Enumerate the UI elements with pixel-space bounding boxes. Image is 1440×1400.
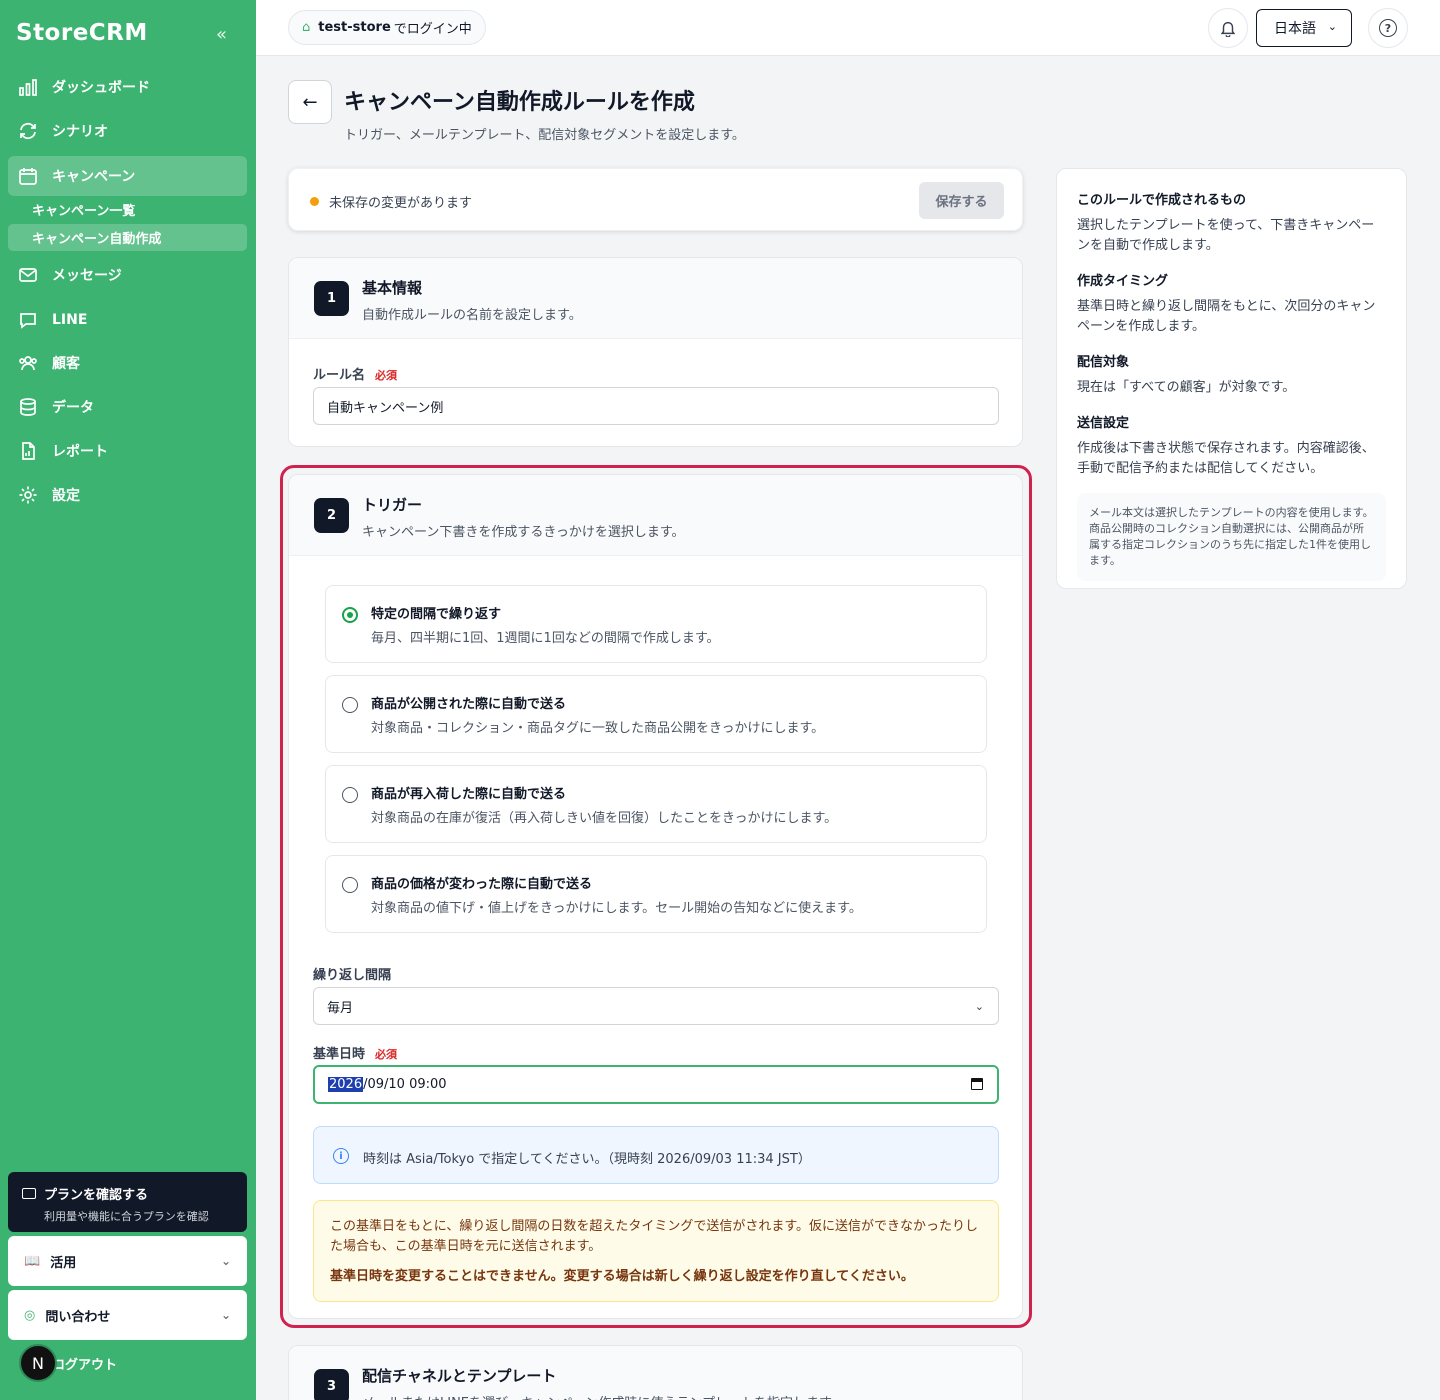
panel-heading: 作成タイミング: [1077, 274, 1169, 289]
calendar-icon: [18, 166, 38, 186]
panel-text: 選択したテンプレートを使って、下書きキャンペーンを自動で作成します。: [1077, 218, 1375, 253]
info-panel: このルールで作成されるもの 選択したテンプレートを使って、下書きキャンペーンを自…: [1056, 168, 1407, 589]
database-icon: [18, 397, 38, 417]
arrow-left-icon: ←: [302, 91, 318, 113]
file-icon: [18, 441, 38, 461]
logout-link[interactable]: ログアウト: [52, 1354, 117, 1373]
step-badge: 3: [314, 1369, 349, 1400]
rule-name-input[interactable]: 自動キャンペーン例: [313, 387, 999, 425]
nav-label: ダッシュボード: [52, 80, 150, 96]
rule-name-label: ルール名 必須: [313, 364, 397, 383]
unsaved-dot: [310, 197, 319, 206]
nav-label: 設定: [52, 488, 80, 504]
sub-item-campaign-list[interactable]: キャンペーン一覧: [8, 196, 247, 223]
nav-label: 顧客: [52, 356, 80, 372]
nav-label: メッセージ: [52, 268, 122, 284]
language-select[interactable]: 日本語 ⌄: [1256, 9, 1352, 47]
chevron-down-icon: ⌄: [220, 1254, 231, 1268]
back-button[interactable]: ←: [288, 80, 332, 124]
nav-label: キャンペーン: [52, 169, 136, 185]
mail-icon: [18, 265, 38, 285]
accordion-contact[interactable]: ◎ 問い合わせ ⌄: [8, 1290, 247, 1340]
card-title: 配信チャネルとテンプレート: [362, 1367, 557, 1385]
nav-report[interactable]: レポート: [8, 431, 247, 471]
refresh-icon: [18, 121, 38, 141]
accordion-usage[interactable]: 📖 活用 ⌄: [8, 1236, 247, 1286]
help-button[interactable]: ?: [1368, 8, 1408, 48]
panel-heading: このルールで作成されるもの: [1077, 193, 1247, 208]
panel-text: 作成後は下書き状態で保存されます。内容確認後、手動で配信予約または配信してくださ…: [1077, 441, 1375, 476]
chevron-down-icon: ⌄: [220, 1308, 231, 1322]
nav-label: データ: [52, 400, 94, 416]
sub-item-campaign-auto[interactable]: キャンペーン自動作成: [8, 224, 247, 251]
accordion-label: 活用: [50, 1255, 77, 1271]
store-indicator: ⌂ test-store でログイン中: [288, 10, 486, 45]
card-subtitle: メールまたはLINEを選び、キャンペーン作成時に使うテンプレートを指定します。: [362, 1392, 844, 1400]
save-button[interactable]: 保存する: [919, 182, 1004, 219]
accordion-label: 問い合わせ: [45, 1309, 111, 1325]
card-header: 1 基本情報 自動作成ルールの名前を設定します。: [289, 258, 1022, 339]
panel-note: メール本文は選択したテンプレートの内容を使用します。商品公開時のコレクション自動…: [1077, 493, 1386, 581]
bell-icon: [1220, 21, 1236, 37]
unsaved-message: 未保存の変更があります: [329, 196, 473, 211]
page-title: キャンペーン自動作成ルールを作成: [344, 90, 695, 115]
store-name: test-store: [318, 20, 391, 35]
nav-scenario[interactable]: シナリオ: [8, 111, 247, 151]
card-subtitle: 自動作成ルールの名前を設定します。: [362, 308, 582, 323]
panel-text: 基準日時と繰り返し間隔をもとに、次回分のキャンペーンを作成します。: [1077, 299, 1376, 334]
avatar[interactable]: N: [19, 1344, 57, 1382]
nav-settings[interactable]: 設定: [8, 475, 247, 515]
nav-label: レポート: [52, 444, 108, 460]
panel-text: 現在は「すべての顧客」が対象です。: [1077, 380, 1296, 395]
nav-label: シナリオ: [52, 124, 108, 140]
home-icon: ⌂: [302, 20, 311, 35]
label-text: ルール名: [313, 368, 366, 383]
chevron-down-icon: ⌄: [1327, 20, 1337, 33]
nav-line[interactable]: LINE: [8, 300, 247, 340]
nav-data[interactable]: データ: [8, 387, 247, 427]
notification-bell-button[interactable]: [1208, 8, 1248, 48]
channel-template-card: 3 配信チャネルとテンプレート メールまたはLINEを選び、キャンペーン作成時に…: [288, 1345, 1023, 1400]
support-icon: ◎: [24, 1307, 36, 1323]
language-label: 日本語: [1274, 21, 1316, 37]
plan-subtitle: 利用量や機能に合うプランを確認: [44, 1210, 209, 1223]
book-icon: 📖: [24, 1253, 41, 1269]
panel-heading: 送信設定: [1077, 416, 1130, 431]
unsaved-bar: 未保存の変更があります 保存する: [288, 168, 1023, 231]
plan-title: プランを確認する: [44, 1188, 149, 1203]
store-suffix: でログイン中: [393, 22, 472, 37]
required-badge: 必須: [375, 369, 398, 382]
focus-highlight: [280, 465, 1032, 1328]
page-subtitle: トリガー、メールテンプレート、配信対象セグメントを設定します。: [344, 128, 745, 143]
help-icon: ?: [1379, 19, 1397, 37]
basic-info-card: 1 基本情報 自動作成ルールの名前を設定します。 ルール名 必須 自動キャンペーン…: [288, 257, 1023, 447]
card-title: 基本情報: [362, 279, 423, 297]
chat-icon: [18, 310, 38, 330]
nav-dashboard[interactable]: ダッシュボード: [8, 67, 247, 107]
card-icon: [22, 1188, 36, 1199]
nav-label: LINE: [52, 312, 88, 328]
plan-card[interactable]: プランを確認する 利用量や機能に合うプランを確認: [8, 1172, 247, 1232]
nav-customers[interactable]: 顧客: [8, 343, 247, 383]
card-header: 3 配信チャネルとテンプレート メールまたはLINEを選び、キャンペーン作成時に…: [289, 1346, 1022, 1400]
step-badge: 1: [314, 281, 349, 316]
brand-logo[interactable]: StoreCRM: [16, 20, 148, 46]
nav-message[interactable]: メッセージ: [8, 255, 247, 295]
collapse-sidebar-icon[interactable]: «: [216, 24, 227, 45]
nav-campaign[interactable]: キャンペーン: [8, 156, 247, 196]
sidebar: StoreCRM « ダッシュボード シナリオ キャンペーン キャンペーン一覧 …: [0, 0, 256, 1400]
panel-heading: 配信対象: [1077, 355, 1130, 370]
top-header: ⌂ test-store でログイン中 日本語 ⌄ ?: [256, 0, 1440, 56]
bar-chart-icon: [18, 77, 38, 97]
gear-icon: [18, 485, 38, 505]
users-icon: [18, 353, 38, 373]
